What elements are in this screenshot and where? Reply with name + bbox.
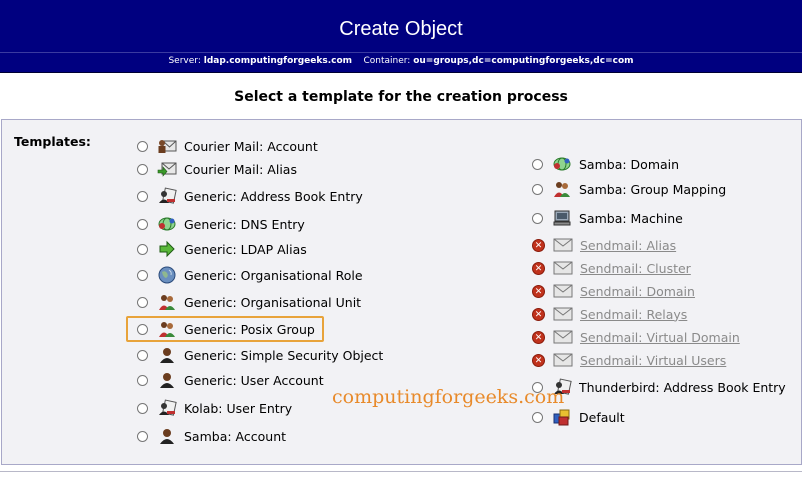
unavailable-x-icon: ✕ [532, 284, 545, 298]
template-label: Courier Mail: Alias [184, 161, 297, 177]
template-radio[interactable] [137, 296, 148, 308]
watermark-text: computingforgeeks.com [332, 386, 565, 408]
server-value: ldap.computingforgeeks.com [203, 56, 353, 66]
template-label: Generic: DNS Entry [184, 216, 305, 232]
template-label[interactable]: Sendmail: Virtual Users [580, 353, 726, 368]
template-label: Samba: Group Mapping [579, 181, 727, 197]
template-option-samba-machine[interactable]: Samba: Machine [532, 208, 683, 228]
container-value: ou=groups,dc=computingforgeeks,dc=com [413, 56, 634, 66]
template-option-sendmail-cluster: ✕ Sendmail: Cluster [532, 258, 691, 278]
template-option-kolab-user-entry[interactable]: Kolab: User Entry [137, 398, 292, 418]
mail-icon [552, 235, 574, 255]
template-label: Generic: Organisational Role [184, 267, 363, 283]
dns-icon [156, 214, 178, 234]
page-title: Create Object [339, 18, 463, 40]
section-heading: Select a template for the creation proce… [234, 89, 568, 105]
template-option-generic-organisational-unit[interactable]: Generic: Organisational Unit [137, 292, 361, 312]
template-radio[interactable] [137, 349, 148, 361]
posix-group-highlight [126, 316, 324, 342]
template-option-default[interactable]: Default [532, 407, 625, 427]
template-label[interactable]: Sendmail: Domain [580, 284, 695, 299]
address-book-icon [156, 398, 178, 418]
unavailable-x-icon: ✕ [532, 238, 545, 252]
template-radio[interactable] [137, 430, 148, 442]
bottom-divider [0, 471, 802, 472]
templates-label: Templates: [14, 134, 91, 149]
template-option-samba-account[interactable]: Samba: Account [137, 426, 286, 446]
template-radio[interactable] [532, 158, 543, 170]
unavailable-x-icon: ✕ [532, 353, 545, 367]
template-radio[interactable] [137, 190, 148, 202]
header-divider [0, 52, 802, 53]
template-option-generic-address-book-entry[interactable]: Generic: Address Book Entry [137, 186, 363, 206]
template-option-samba-domain[interactable]: Samba: Domain [532, 154, 679, 174]
template-label: Generic: User Account [184, 372, 324, 388]
template-option-generic-organisational-role[interactable]: Generic: Organisational Role [137, 265, 363, 285]
mail-icon [552, 350, 574, 370]
template-option-sendmail-domain: ✕ Sendmail: Domain [532, 281, 695, 301]
template-option-sendmail-virtual-users: ✕ Sendmail: Virtual Users [532, 350, 726, 370]
computer-icon [551, 208, 573, 228]
template-option-samba-group-mapping[interactable]: Samba: Group Mapping [532, 179, 726, 199]
mail-arrow-icon [156, 159, 178, 179]
mail-user-icon [156, 136, 178, 156]
template-option-sendmail-relays: ✕ Sendmail: Relays [532, 304, 687, 324]
template-radio[interactable] [532, 212, 543, 224]
template-option-generic-dns-entry[interactable]: Generic: DNS Entry [137, 214, 305, 234]
mail-icon [552, 304, 574, 324]
group-icon [551, 179, 573, 199]
template-option-courier-mail-account[interactable]: Courier Mail: Account [137, 136, 318, 156]
template-option-thunderbird-address-book-entry[interactable]: Thunderbird: Address Book Entry [532, 377, 786, 397]
template-label[interactable]: Sendmail: Cluster [580, 261, 691, 276]
template-label[interactable]: Sendmail: Alias [580, 238, 676, 253]
template-radio[interactable] [137, 163, 148, 175]
container-label: Container: [363, 56, 411, 66]
template-radio[interactable] [137, 218, 148, 230]
template-radio[interactable] [137, 374, 148, 386]
template-radio[interactable] [137, 402, 148, 414]
template-label: Samba: Domain [579, 156, 680, 172]
template-label: Generic: LDAP Alias [184, 241, 307, 257]
dns-icon [551, 154, 573, 174]
template-label: Kolab: User Entry [184, 400, 293, 416]
template-radio[interactable] [532, 183, 543, 195]
unavailable-x-icon: ✕ [532, 261, 545, 275]
template-option-courier-mail-alias[interactable]: Courier Mail: Alias [137, 159, 297, 179]
alias-arrow-icon [156, 239, 178, 259]
server-container-info: Server: ldap.computingforgeeks.com Conta… [0, 56, 802, 66]
unavailable-x-icon: ✕ [532, 307, 545, 321]
template-radio[interactable] [137, 269, 148, 281]
user-icon [156, 426, 178, 446]
template-label: Samba: Account [184, 428, 287, 444]
template-option-sendmail-virtual-domain: ✕ Sendmail: Virtual Domain [532, 327, 740, 347]
group-icon [156, 292, 178, 312]
template-option-sendmail-alias: ✕ Sendmail: Alias [532, 235, 676, 255]
mail-icon [552, 258, 574, 278]
template-label: Samba: Machine [579, 210, 683, 226]
default-object-icon [551, 407, 573, 427]
template-option-generic-ldap-alias[interactable]: Generic: LDAP Alias [137, 239, 307, 259]
template-label[interactable]: Sendmail: Virtual Domain [580, 330, 740, 345]
template-label: Default [579, 409, 625, 425]
template-label: Generic: Simple Security Object [184, 347, 384, 363]
header-bar: Create Object Server: ldap.computingforg… [0, 0, 802, 73]
template-label[interactable]: Sendmail: Relays [580, 307, 687, 322]
template-radio[interactable] [137, 243, 148, 255]
template-option-generic-user-account[interactable]: Generic: User Account [137, 370, 324, 390]
unavailable-x-icon: ✕ [532, 330, 545, 344]
template-label: Generic: Address Book Entry [184, 188, 363, 204]
template-option-generic-simple-security-object[interactable]: Generic: Simple Security Object [137, 345, 383, 365]
globe-icon [156, 265, 178, 285]
user-icon [156, 370, 178, 390]
template-label: Courier Mail: Account [184, 138, 318, 154]
mail-icon [552, 327, 574, 347]
template-label: Thunderbird: Address Book Entry [579, 379, 786, 395]
server-label: Server: [168, 56, 201, 66]
address-book-icon [156, 186, 178, 206]
template-label: Generic: Organisational Unit [184, 294, 362, 310]
mail-icon [552, 281, 574, 301]
template-radio[interactable] [137, 140, 148, 152]
user-icon [156, 345, 178, 365]
template-radio[interactable] [532, 411, 543, 423]
